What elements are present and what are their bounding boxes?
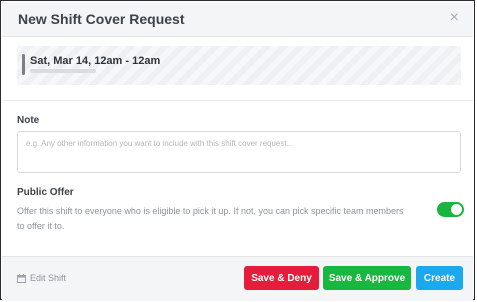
dialog-header: New Shift Cover Request × bbox=[2, 2, 473, 37]
dialog-footer: Edit Shift Save & Deny Save & Approve Cr… bbox=[2, 256, 473, 301]
public-offer-description: Offer this shift to everyone who is elig… bbox=[17, 206, 404, 231]
create-button[interactable]: Create bbox=[416, 266, 463, 290]
public-offer-toggle[interactable] bbox=[437, 202, 464, 217]
save-and-approve-button[interactable]: Save & Approve bbox=[323, 266, 411, 290]
edit-shift-link[interactable]: Edit Shift bbox=[17, 273, 66, 283]
shift-card: Sat, Mar 14, 12am - 12am bbox=[17, 46, 461, 85]
toggle-knob bbox=[451, 204, 462, 215]
divider bbox=[2, 100, 473, 101]
edit-shift-label: Edit Shift bbox=[30, 273, 67, 283]
new-shift-cover-request-dialog: New Shift Cover Request × Sat, Mar 14, 1… bbox=[0, 0, 475, 301]
shift-time: Sat, Mar 14, 12am - 12am bbox=[30, 55, 161, 67]
dialog-title: New Shift Cover Request bbox=[18, 11, 185, 27]
note-label: Note bbox=[17, 115, 40, 126]
shift-color-bar bbox=[22, 54, 25, 75]
note-placeholder: e.g. Any other information you want to i… bbox=[26, 139, 294, 148]
close-icon[interactable]: × bbox=[450, 10, 459, 26]
note-textarea[interactable]: e.g. Any other information you want to i… bbox=[17, 131, 461, 173]
calendar-edit-icon bbox=[17, 273, 26, 283]
public-offer-label: Public Offer bbox=[17, 187, 74, 198]
save-and-deny-button[interactable]: Save & Deny bbox=[244, 266, 319, 290]
shift-location-placeholder bbox=[30, 69, 96, 73]
